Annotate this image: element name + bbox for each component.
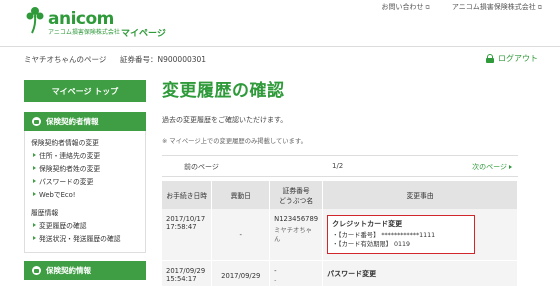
col-cert-line: どうぶつ名: [279, 197, 314, 205]
brand-name: anicom: [48, 9, 114, 29]
page-title: 変更履歴の確認: [162, 81, 285, 101]
external-link-icon: ⧉: [537, 4, 542, 11]
cell-reason: パスワード変更: [322, 260, 518, 286]
cell-change-date: -: [211, 209, 271, 261]
sidebar-group-label: 履歴情報: [31, 209, 59, 217]
highlighted-reason: クレジットカード変更 ・【カード番号】 ************1111 ・【カ…: [327, 215, 476, 254]
table-row: 2017/09/29 15:54:17 2017/09/29 - - パスワード…: [162, 260, 518, 286]
note-text: ※ マイページ上での変更履歴のみ掲載しています。: [162, 138, 307, 145]
prev-page-link: 前のページ: [184, 163, 219, 171]
cert-no: N123456789: [274, 215, 319, 223]
col-datetime: お手続き日時: [162, 181, 213, 209]
cell-cert: N123456789 ミヤチオちゃん: [269, 209, 324, 261]
col-reason: 変更事由: [322, 181, 518, 209]
cell-reason: クレジットカード変更 ・【カード番号】 ************1111 ・【カ…: [322, 209, 518, 261]
table-row: 2017/10/17 17:58:47 - N123456789 ミヤチオちゃん…: [162, 209, 518, 261]
sidebar-group-label: 保険契約者情報の変更: [31, 139, 99, 147]
anicom-logo[interactable]: anicom アニコム損害保険株式会社 マイページ: [26, 5, 166, 39]
page-count: 1/2: [332, 162, 344, 170]
animal-name: -: [274, 277, 277, 284]
col-cert-line: 証券番号: [282, 187, 310, 195]
sidebar-section-policyholder: 保険契約者情報の変更 住所・連絡先の変更 保険契約者姓の変更 パスワードの変更 …: [24, 131, 146, 253]
sidebar-item-eco[interactable]: WebでEco!: [31, 189, 139, 199]
top-bar: anicom アニコム損害保険株式会社 マイページ お問い合わせ ⧉ アニコム損害…: [0, 0, 560, 42]
cell-datetime: 2017/10/17 17:58:47: [162, 209, 213, 261]
reason-detail: ・【カード番号】 ************1111: [332, 232, 436, 239]
cell-datetime: 2017/09/29 15:54:17: [162, 260, 213, 286]
mypage-top-button[interactable]: マイページ トップ: [24, 80, 146, 102]
logout-button[interactable]: ログアウト: [486, 53, 538, 64]
sidebar-heading-policy[interactable]: 保険契約情報: [24, 261, 146, 280]
header-divider: [0, 46, 560, 47]
sidebar-item-address[interactable]: 住所・連絡先の変更: [31, 150, 139, 160]
pagination: 前のページ 1/2 次のページ: [162, 155, 518, 177]
cert-number: 証券番号：N900000301: [120, 55, 207, 64]
arrow-right-icon: [33, 192, 36, 196]
contact-link[interactable]: お問い合わせ ⧉: [382, 2, 430, 12]
mypage-label: マイページ: [121, 29, 166, 39]
arrow-right-icon: [33, 223, 36, 227]
arrow-right-icon: [33, 179, 36, 183]
sidebar: マイページ トップ 保険契約者情報 保険契約者情報の変更 住所・連絡先の変更 保…: [24, 80, 146, 286]
arrow-right-icon: [509, 165, 512, 169]
arrow-right-icon: [33, 236, 36, 240]
arrow-right-icon: [33, 153, 36, 157]
company-name: アニコム損害保険株式会社: [48, 29, 120, 36]
cert-no: -: [274, 267, 277, 275]
col-cert: 証券番号 どうぶつ名: [269, 181, 324, 209]
external-link-icon: ⧉: [425, 4, 430, 11]
clover-logo-icon: [26, 7, 44, 34]
sidebar-heading-policyholder[interactable]: 保険契約者情報: [24, 112, 146, 131]
info-bar: ミヤチオちゃんのページ 証券番号：N900000301 ログアウト: [24, 54, 544, 68]
top-links: お問い合わせ ⧉ アニコム損害保険株式会社 ⧉: [382, 2, 542, 12]
table-header-row: お手続き日時 異動日 証券番号どうぶつ名 変更事由: [162, 181, 518, 209]
sidebar-item-shipping[interactable]: 発送状況・発送履歴の確認: [31, 233, 139, 243]
col-change-date: 異動日: [211, 181, 271, 209]
cell-cert: - -: [269, 260, 324, 286]
sidebar-item-name[interactable]: 保険契約者姓の変更: [31, 163, 139, 173]
lock-icon: [486, 54, 494, 63]
cell-change-date: 2017/09/29: [211, 260, 271, 286]
pet-page-label: ミヤチオちゃんのページ: [24, 55, 107, 64]
arrow-right-icon: [33, 166, 36, 170]
person-icon: [32, 117, 41, 126]
reason-title: パスワード変更: [327, 270, 377, 278]
sidebar-item-password[interactable]: パスワードの変更: [31, 176, 139, 186]
reason-title: クレジットカード変更: [332, 220, 403, 228]
history-table: お手続き日時 異動日 証券番号どうぶつ名 変更事由 2017/10/17 17:…: [162, 181, 518, 286]
reason-detail: ・【カード有効期限】 0119: [332, 241, 410, 248]
company-link[interactable]: アニコム損害保険株式会社 ⧉: [452, 2, 542, 12]
intro-text: 過去の変更履歴をご確認いただけます。: [162, 116, 288, 124]
next-page-link[interactable]: 次のページ: [472, 162, 512, 172]
document-icon: [32, 266, 41, 275]
sidebar-item-change-history[interactable]: 変更履歴の確認: [31, 220, 139, 230]
main-content: 変更履歴の確認 過去の変更履歴をご確認いただけます。 ※ マイページ上での変更履…: [162, 76, 518, 145]
animal-name: ミヤチオちゃん: [274, 227, 312, 243]
